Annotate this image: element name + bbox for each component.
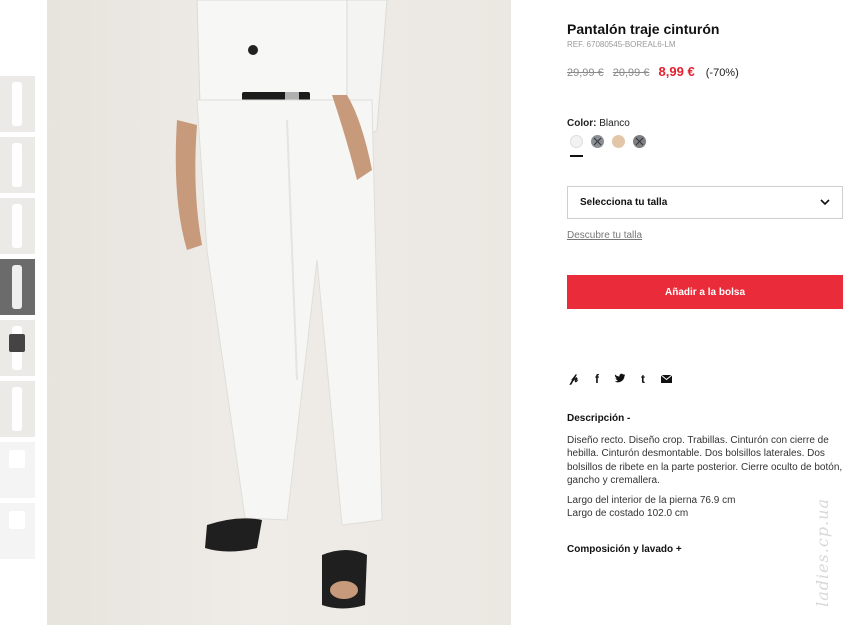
original-price-2: 20,99 € xyxy=(612,67,650,79)
beige-swatch[interactable] xyxy=(612,135,625,148)
color-label: Color: xyxy=(567,118,597,129)
thumbnail-4[interactable] xyxy=(0,259,35,315)
color-swatches xyxy=(570,135,646,148)
product-title: Pantalón traje cinturón xyxy=(567,21,720,37)
tumblr-icon[interactable]: t xyxy=(636,372,650,386)
size-guide-link[interactable]: Descubre tu talla xyxy=(567,230,642,241)
color-selected-name: Blanco xyxy=(599,118,630,129)
description-text: Diseño recto. Diseño crop. Trabillas. Ci… xyxy=(567,435,843,487)
grey-swatch[interactable] xyxy=(591,135,604,148)
color-label-row: Color: Blanco xyxy=(567,118,630,129)
original-price-1: 29,99 € xyxy=(567,67,604,79)
watermark: ladies.cp.ua xyxy=(813,498,832,607)
measurements: Largo del interior de la pierna 76.9 cm … xyxy=(567,494,735,521)
measure-side-length: Largo de costado 102.0 cm xyxy=(567,508,689,520)
unavailable-cross-icon xyxy=(593,137,602,146)
size-select-label: Selecciona tu talla xyxy=(580,197,668,208)
white-swatch[interactable] xyxy=(570,135,583,148)
thumbnail-5[interactable] xyxy=(0,320,35,376)
price-row: 29,99 € 20,99 € 8,99 € (-70%) xyxy=(567,64,739,79)
thumbnail-strip xyxy=(0,76,36,564)
thumbnail-7[interactable] xyxy=(0,442,35,498)
darkgrey-swatch[interactable] xyxy=(633,135,646,148)
chevron-down-icon xyxy=(820,199,830,206)
thumbnail-1[interactable] xyxy=(0,76,35,132)
product-reference: REF. 67080545-BOREAL6-LM xyxy=(567,40,676,49)
selected-swatch-indicator xyxy=(570,155,583,157)
product-photo-illustration xyxy=(175,0,388,609)
product-main-image[interactable] xyxy=(47,0,511,625)
thumbnail-8[interactable] xyxy=(0,503,35,559)
add-to-bag-button[interactable]: Añadir a la bolsa xyxy=(567,275,843,309)
size-select[interactable]: Selecciona tu talla xyxy=(567,186,843,219)
measure-inseam: Largo del interior de la pierna 76.9 cm xyxy=(567,495,736,506)
sale-price: 8,99 € xyxy=(658,64,695,79)
email-icon[interactable] xyxy=(659,372,673,386)
unavailable-cross-icon xyxy=(635,137,644,146)
share-icons: 𝓅 f t xyxy=(567,371,673,386)
description-heading[interactable]: Descripción - xyxy=(567,413,630,424)
composition-heading[interactable]: Composición y lavado + xyxy=(567,544,682,555)
discount-badge: (-70%) xyxy=(705,67,739,79)
twitter-icon[interactable] xyxy=(613,372,627,386)
thumbnail-6[interactable] xyxy=(0,381,35,437)
pinterest-icon[interactable]: 𝓅 xyxy=(567,371,581,386)
thumbnail-3[interactable] xyxy=(0,198,35,254)
thumbnail-2[interactable] xyxy=(0,137,35,193)
facebook-icon[interactable]: f xyxy=(590,372,604,386)
